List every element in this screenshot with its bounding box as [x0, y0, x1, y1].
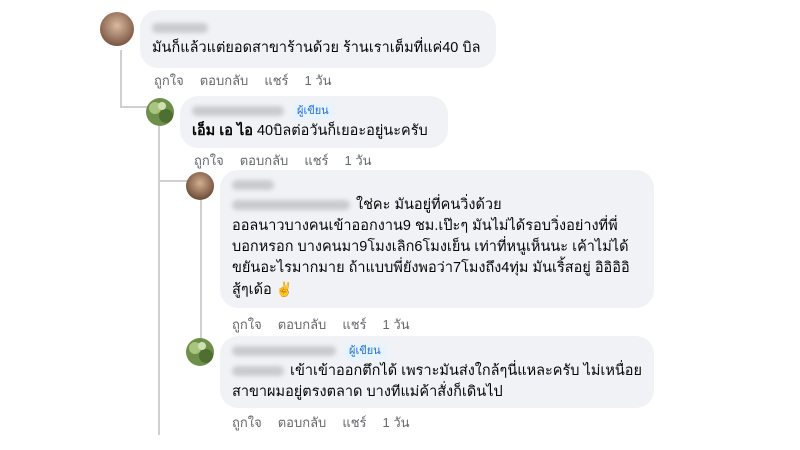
author-badge: ผู้เขียน [292, 102, 334, 120]
author-name-blurred[interactable] [232, 180, 274, 190]
comment-text: ใช่คะ มันอยู่ที่คนวิ่งด้วย ออลนาวบางคนเข… [232, 195, 642, 301]
avatar-photo [146, 98, 174, 126]
comment-actions: ถูกใจ ตอบกลับ แชร์ 1 วัน [154, 70, 332, 91]
comment-text-first-line: ใช่คะ มันอยู่ที่คนวิ่งด้วย [356, 197, 502, 213]
victory-hand-emoji: ✌️ [275, 281, 294, 297]
share-button[interactable]: แชร์ [342, 412, 366, 433]
avatar[interactable] [186, 172, 214, 200]
author-name-blurred[interactable] [152, 23, 208, 33]
thread-line-main-tail [158, 125, 160, 435]
comment-text-body: เข้าเข้าออกตึกได้ เพราะมันส่งใกล้ๆนี่แหล… [232, 363, 647, 400]
mentioned-user-blurred[interactable] [232, 200, 350, 211]
avatar-photo [100, 12, 134, 46]
comment-actions: ถูกใจ ตอบกลับ แชร์ 1 วัน [232, 412, 410, 433]
author-badge: ผู้เขียน [344, 342, 386, 360]
share-button[interactable]: แชร์ [264, 70, 288, 91]
comment-author[interactable] [232, 175, 642, 195]
mentioned-user[interactable]: เอ็ม เอ ไอ [192, 123, 253, 139]
comment-author[interactable]: ผู้เขียน [232, 341, 642, 361]
like-button[interactable]: ถูกใจ [232, 314, 262, 335]
reply-button[interactable]: ตอบกลับ [200, 70, 249, 91]
share-button[interactable]: แชร์ [342, 314, 366, 335]
reply-button[interactable]: ตอบกลับ [278, 314, 327, 335]
like-button[interactable]: ถูกใจ [194, 150, 224, 171]
thread-line-reply [200, 200, 202, 350]
comment-bubble: ผู้เขียน เข้าเข้าออกตึกได้ เพราะมันส่งใก… [220, 336, 654, 408]
timestamp[interactable]: 1 วัน [345, 150, 372, 171]
timestamp[interactable]: 1 วัน [383, 314, 410, 335]
comment-actions: ถูกใจ ตอบกลับ แชร์ 1 วัน [194, 150, 372, 171]
comment-author[interactable]: ผู้เขียน [192, 101, 436, 121]
comment-text: มันก็แล้วแต่ยอดสาขาร้านด้วย ร้านเราเต็มท… [152, 40, 481, 56]
comment-text: เอ็ม เอ ไอ 40บิลต่อวันก็เยอะอยู่นะครับ [192, 121, 436, 142]
avatar[interactable] [186, 338, 214, 366]
avatar[interactable] [146, 98, 174, 126]
author-name-blurred[interactable] [192, 106, 284, 116]
avatar-photo [186, 338, 214, 366]
like-button[interactable]: ถูกใจ [154, 70, 184, 91]
comment-bubble: มันก็แล้วแต่ยอดสาขาร้านด้วย ร้านเราเต็มท… [140, 10, 496, 68]
reply-button[interactable]: ตอบกลับ [240, 150, 289, 171]
like-button[interactable]: ถูกใจ [232, 412, 262, 433]
comment-bubble: ผู้เขียน เอ็ม เอ ไอ 40บิลต่อวันก็เยอะอยู… [180, 96, 448, 148]
comment-actions: ถูกใจ ตอบกลับ แชร์ 1 วัน [232, 314, 410, 335]
share-button[interactable]: แชร์ [304, 150, 328, 171]
comment-bubble: ใช่คะ มันอยู่ที่คนวิ่งด้วย ออลนาวบางคนเข… [220, 170, 654, 308]
avatar-photo [186, 172, 214, 200]
comment-text-body: 40บิลต่อวันก็เยอะอยู่นะครับ [252, 123, 428, 139]
thread-line-nested [158, 180, 188, 182]
comment-author[interactable] [152, 18, 484, 38]
thread-line-main [120, 50, 122, 108]
author-name-blurred[interactable] [232, 346, 336, 356]
comment-text: เข้าเข้าออกตึกได้ เพราะมันส่งใกล้ๆนี่แหล… [232, 361, 642, 403]
timestamp[interactable]: 1 วัน [383, 412, 410, 433]
reply-button[interactable]: ตอบกลับ [278, 412, 327, 433]
mentioned-user-blurred[interactable] [232, 366, 284, 377]
avatar[interactable] [100, 12, 134, 46]
timestamp[interactable]: 1 วัน [305, 70, 332, 91]
